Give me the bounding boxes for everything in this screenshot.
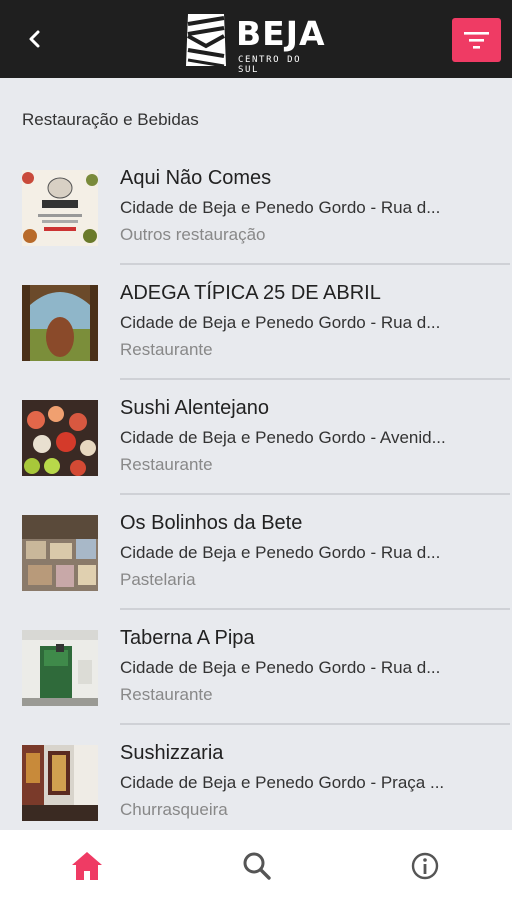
item-category: Churrasqueira [120, 800, 228, 819]
item-name: Sushizzaria [120, 742, 224, 764]
filter-button[interactable] [452, 18, 501, 62]
item-address: Cidade de Beja e Penedo Gordo - Praça ..… [120, 773, 445, 792]
item-category: Pastelaria [120, 570, 196, 589]
back-button[interactable] [18, 22, 52, 56]
wine-cellar-thumbnail [22, 285, 98, 361]
section-title: Restauração e Bebidas [22, 110, 199, 129]
top-app-bar: BEJA CENTRO DO SUL [0, 0, 512, 78]
item-name: Os Bolinhos da Bete [120, 512, 303, 534]
list-item[interactable]: Aqui Não Comes Cidade de Beja e Penedo G… [0, 150, 512, 265]
item-address: Cidade de Beja e Penedo Gordo - Rua d... [120, 543, 441, 562]
restaurant-interior-thumbnail [22, 745, 98, 821]
item-name: Sushi Alentejano [120, 397, 270, 419]
tavern-door-thumbnail [22, 630, 98, 706]
item-address: Cidade de Beja e Penedo Gordo - Rua d... [120, 658, 441, 677]
nav-info-button[interactable] [408, 850, 442, 882]
list-item[interactable]: Os Bolinhos da Bete Cidade de Beja e Pen… [0, 495, 512, 610]
sushi-thumbnail [22, 400, 98, 476]
poster-thumbnail [22, 170, 98, 246]
list-item[interactable]: Sushi Alentejano Cidade de Beja e Penedo… [0, 380, 512, 495]
bottom-navigation [0, 830, 512, 900]
list-item[interactable]: Taberna A Pipa Cidade de Beja e Penedo G… [0, 610, 512, 725]
search-icon [243, 852, 271, 880]
item-category: Restaurante [120, 685, 213, 704]
item-address: Cidade de Beja e Penedo Gordo - Rua d... [120, 313, 441, 332]
nav-home-button[interactable] [70, 850, 104, 882]
app-logo: BEJA CENTRO DO SUL [184, 12, 326, 75]
item-name: Taberna A Pipa [120, 627, 255, 649]
chevron-left-icon [29, 30, 40, 48]
item-address: Cidade de Beja e Penedo Gordo - Rua d... [120, 198, 441, 217]
nav-search-button[interactable] [240, 850, 274, 882]
item-name: ADEGA TÍPICA 25 DE ABRIL [120, 282, 381, 304]
item-address: Cidade de Beja e Penedo Gordo - Avenid..… [120, 428, 446, 447]
filter-icon [464, 32, 489, 49]
logo-subtitle: CENTRO DO SUL [238, 55, 302, 75]
logo-mark-icon [186, 14, 226, 68]
item-category: Restaurante [120, 455, 213, 474]
item-category: Restaurante [120, 340, 213, 359]
home-icon [72, 852, 102, 880]
list-item[interactable]: Sushizzaria Cidade de Beja e Penedo Gord… [0, 725, 512, 840]
list-item[interactable]: ADEGA TÍPICA 25 DE ABRIL Cidade de Beja … [0, 265, 512, 380]
pastry-thumbnail [22, 515, 98, 591]
info-icon [411, 852, 439, 880]
item-category: Outros restauração [120, 225, 266, 244]
item-name: Aqui Não Comes [120, 167, 272, 189]
logo-title: BEJA [236, 14, 326, 53]
